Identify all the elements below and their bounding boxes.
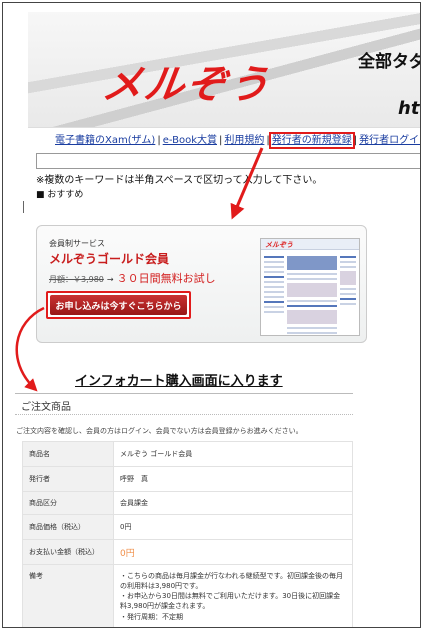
free-trial-text: ３０日間無料お試し xyxy=(116,272,216,285)
row-label: 商品価格（税込） xyxy=(22,514,114,540)
thumbnail-left-column xyxy=(264,253,284,331)
banner-tagline: 全部タダ！ xyxy=(358,52,420,72)
nav-link-terms[interactable]: 利用規約 xyxy=(224,135,264,146)
row-label: 発行者 xyxy=(22,466,114,492)
promo-title: メルぞうゴールド会員 xyxy=(49,252,170,266)
promo-price: 月額：￥3,980 → ３０日間無料お試し xyxy=(49,270,216,286)
table-row: 商品区分 会員課金 xyxy=(22,491,353,515)
nav-link-publisher-login[interactable]: 発行者ログイン xyxy=(359,135,420,146)
table-row: 商品価格（税込） 0円 xyxy=(22,514,353,540)
table-row-remarks: 備考 ・こちらの商品は毎月課金が行なわれる継続型です。初回課金後の毎月の利用料は… xyxy=(22,564,353,627)
row-label: 備考 xyxy=(22,564,114,627)
nav-separator: | xyxy=(353,135,358,146)
site-screenshot-thumbnail: メルぞう xyxy=(260,238,360,336)
nav-link-publisher-register[interactable]: 発行者の新規登録 xyxy=(268,132,355,149)
row-value: 会員課金 xyxy=(113,491,353,515)
purchase-screen-title: インフォカート購入画面に入ります xyxy=(75,374,283,389)
recommend-heading: ■ おすすめ xyxy=(36,190,84,200)
site-banner[interactable]: メルぞう 全部タダ！ http:/ xyxy=(28,12,420,128)
row-label: お支払い金額（税込） xyxy=(22,539,114,565)
table-row: 発行者 呼野 真 xyxy=(22,466,353,492)
nav-link-xam[interactable]: 電子書籍のXam(ザム) xyxy=(55,135,155,146)
gold-member-promo: 会員制サービス メルぞうゴールド会員 月額：￥3,980 → ３０日間無料お試し お… xyxy=(36,225,367,343)
row-label: 商品区分 xyxy=(22,491,114,515)
row-label: 商品名 xyxy=(22,441,114,467)
row-value: 呼野 真 xyxy=(113,466,353,492)
search-hint: ※複数のキーワードは半角スペースで区切って入力して下さい。 xyxy=(36,175,323,186)
text-cursor xyxy=(23,201,24,213)
payment-amount: 0円 xyxy=(113,539,353,565)
thumbnail-right-column xyxy=(340,253,356,331)
service-label: 会員制サービス xyxy=(49,239,105,248)
old-price: 月額：￥3,980 xyxy=(49,275,104,284)
order-details-table: 商品名 メルぞう ゴールド会員 発行者 呼野 真 商品区分 会員課金 商品価格（… xyxy=(22,441,353,627)
nav-separator: | xyxy=(157,135,161,146)
thumbnail-header: メルぞう xyxy=(261,239,359,250)
site-logo[interactable]: メルぞう xyxy=(99,52,275,110)
nav-separator: | xyxy=(219,135,223,146)
table-row: お支払い金額（税込） 0円 xyxy=(22,539,353,565)
price-arrow: → xyxy=(106,275,114,284)
banner-url: http:/ xyxy=(398,98,420,119)
nav-link-ebook-award[interactable]: e-Book大賞 xyxy=(163,135,217,146)
row-value: メルぞう ゴールド会員 xyxy=(113,441,353,467)
search-input[interactable] xyxy=(36,153,420,169)
remark-line: ・こちらの商品は毎月課金が行なわれる継続型です。初回課金後の毎月の利用料は3,9… xyxy=(120,572,343,591)
order-section-title: ご注文商品 xyxy=(21,402,71,413)
apply-now-label: お申し込みは今すぐこちらから xyxy=(50,295,187,315)
screenshot-frame: メルぞう 全部タダ！ http:/ 電子書籍のXam(ザム)|e-Book大賞|… xyxy=(2,2,421,628)
row-value: 0円 xyxy=(113,514,353,540)
nav-separator: | xyxy=(266,135,270,146)
remark-line: ・発行周期：不定期 xyxy=(120,612,183,621)
remarks-text: ・こちらの商品は毎月課金が行なわれる継続型です。初回課金後の毎月の利用料は3,9… xyxy=(113,564,353,627)
top-nav: 電子書籍のXam(ザム) | e-Book大賞 | 利用規約 | 発行者の新規登録 | 発行者ロ… xyxy=(55,131,420,149)
thumbnail-logo: メルぞう xyxy=(265,241,293,249)
table-row: 商品名 メルぞう ゴールド会員 xyxy=(22,441,353,467)
remark-line: ・お申込から30日間は無料でご利用いただけます。30日後に初回課金料3,980円… xyxy=(120,592,341,611)
order-instruction: ご注文内容を確認し、会員の方はログイン、会員でない方は会員登録からお進みください… xyxy=(16,427,303,435)
order-section-header: ご注文商品 xyxy=(15,393,353,415)
apply-now-button[interactable]: お申し込みは今すぐこちらから xyxy=(46,291,191,319)
thumbnail-main-column xyxy=(287,253,337,334)
